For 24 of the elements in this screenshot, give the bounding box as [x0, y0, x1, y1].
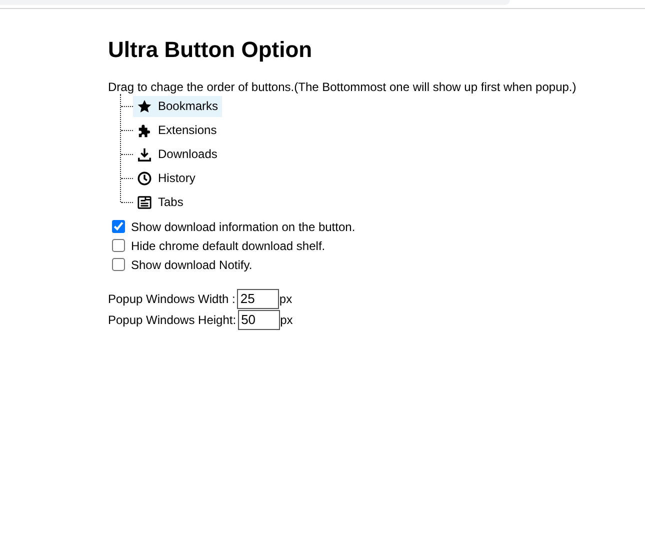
toolbar-button-item[interactable]: Extensions — [133, 120, 221, 141]
page-title: Ultra Button Option — [108, 37, 314, 64]
download-icon — [137, 146, 152, 162]
number-field[interactable]: 25 — [237, 288, 280, 309]
toolbar-button-item[interactable]: Tabs — [133, 192, 188, 213]
star-icon — [137, 98, 152, 114]
puzzle-icon — [137, 122, 152, 138]
field-label: Popup Windows Width : — [108, 290, 236, 308]
toolbar-button-item[interactable]: Downloads — [133, 144, 222, 165]
document-icon — [137, 194, 152, 210]
clock-icon — [137, 170, 152, 186]
checkbox[interactable] — [112, 258, 125, 272]
option-label: Show download Notify. — [131, 256, 252, 274]
unit-label: px — [279, 290, 292, 308]
option-label: Hide chrome default download shelf. — [131, 238, 326, 255]
checkbox[interactable] — [112, 239, 125, 252]
option-label: Show download information on the button. — [131, 218, 356, 236]
number-field[interactable]: 50 — [238, 310, 280, 330]
field-label: Popup Windows Height: — [108, 312, 236, 329]
unit-label: px — [280, 312, 293, 329]
checkbox[interactable] — [112, 220, 125, 234]
toolbar-button-item[interactable]: History — [133, 168, 200, 189]
instruction-text: Drag to chage the order of buttons.(The Bottommost one will show up first when popup.) — [108, 80, 578, 94]
toolbar-button-item[interactable]: Bookmarks — [133, 96, 222, 117]
